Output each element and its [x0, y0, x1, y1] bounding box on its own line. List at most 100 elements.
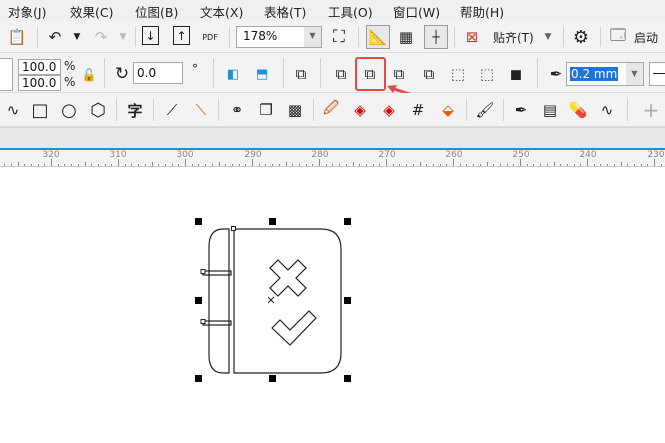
menu-bitmaps[interactable]: 位图(B) [135, 2, 178, 21]
drop-shadow-icon[interactable]: ❐ [255, 99, 277, 121]
canvas[interactable] [0, 168, 665, 443]
mesh-fill-icon[interactable]: # [407, 99, 429, 121]
scale-height-input[interactable]: 100.0 [18, 75, 61, 91]
chevron-down-icon[interactable]: ▼ [304, 27, 321, 47]
ruler-tick [654, 159, 655, 166]
polygon-icon[interactable]: ⬡ [87, 99, 109, 121]
connector-icon[interactable]: ⟍ [190, 99, 212, 121]
ellipse-icon[interactable]: ○ [58, 99, 80, 121]
undo-icon[interactable]: ↶ [44, 26, 66, 48]
separator [358, 27, 359, 47]
ruler-tick [10, 164, 12, 166]
freehand-icon[interactable]: ∿ [2, 99, 24, 121]
ruler-tick [399, 164, 401, 166]
node-handle[interactable] [231, 226, 236, 231]
toolbox: ∿ □ ○ ⬡ 字 ⟋ ⟍ ⚭ ❐ ▩ 🖉 ◈ ◈ # ⬙ 🖌 ✒ ▤ 💊 ∿ … [0, 93, 665, 127]
transparency-icon[interactable]: ▩ [284, 99, 306, 121]
menu-object[interactable]: 对象(J) [8, 2, 46, 21]
launch-button[interactable]: 启动 [634, 29, 658, 46]
separator [218, 99, 219, 121]
redo-icon[interactable]: ↷ [90, 26, 112, 48]
horizontal-ruler[interactable]: 320 310 300 290 280 270 260 250 240 230 [0, 148, 665, 167]
lock-ratio-icon[interactable]: 🔓 [78, 64, 100, 86]
front-minus-back-icon[interactable]: ⬚ [447, 63, 469, 85]
node-handle[interactable] [200, 269, 206, 274]
selection-handles[interactable] [195, 218, 351, 382]
launcher-icon[interactable]: 🗔 [607, 26, 629, 48]
export-icon[interactable]: ↑ [173, 26, 190, 45]
node-handle[interactable] [200, 319, 206, 324]
table-tool-icon[interactable]: ▤ [539, 99, 561, 121]
artistic-media-icon[interactable]: 🖌 [474, 99, 496, 121]
redo-dropdown-icon[interactable]: ▼ [112, 26, 134, 48]
blend-icon[interactable]: ⚭ [226, 99, 248, 121]
undo-dropdown-icon[interactable]: ▼ [66, 26, 88, 48]
chevron-down-icon[interactable]: ▼ [626, 63, 643, 85]
snap-off-icon[interactable]: ⊠ [461, 26, 483, 48]
mirror-vertical-icon[interactable]: ⬒ [251, 63, 273, 85]
create-boundary-icon[interactable]: ◼ [505, 63, 527, 85]
interactive-fill-icon[interactable]: ⬙ [437, 99, 459, 121]
ruler-tick [319, 159, 320, 166]
weld-icon[interactable]: ⧉ [330, 63, 352, 85]
menu-text[interactable]: 文本(X) [200, 2, 243, 21]
standard-toolbar: 📋 ↶ ▼ ↷ ▼ ↓ ↑ PDF 178% ▼ ⛶ 📐 ▦ ┼ ⊠ 贴齐(T) … [0, 21, 665, 53]
ruler-tick [245, 164, 247, 166]
ruler-tick [392, 164, 394, 166]
menu-effects[interactable]: 效果(C) [70, 2, 113, 21]
percent-label: % [64, 59, 76, 73]
menu-window[interactable]: 窗口(W) [393, 2, 440, 21]
ruler-tick [412, 164, 414, 166]
bezier-icon[interactable]: ∿ [596, 99, 618, 121]
separator [213, 58, 214, 88]
separator [537, 58, 538, 88]
combine-icon[interactable]: ⧉ [290, 63, 312, 85]
menu-tools[interactable]: 工具(O) [328, 2, 373, 21]
back-minus-front-icon[interactable]: ⬚ [476, 63, 498, 85]
ruler-tick [24, 164, 26, 166]
smart-fill-icon[interactable]: ◈ [378, 99, 400, 121]
ruler-tick [97, 164, 99, 166]
menu-table[interactable]: 表格(T) [264, 2, 306, 21]
ruler-tick [30, 164, 32, 166]
ruler-tick [640, 164, 642, 166]
ruler-tick [613, 164, 615, 166]
eyedropper-icon[interactable]: 🖉 [320, 99, 342, 121]
rectangle-icon[interactable]: □ [29, 99, 51, 121]
text-tool-icon[interactable]: 字 [124, 99, 146, 121]
outline-width-combo[interactable]: 0.2 mm ▼ [566, 62, 644, 86]
menu-help[interactable]: 帮助(H) [460, 2, 504, 21]
mirror-horizontal-icon[interactable]: ◧ [222, 63, 244, 85]
gear-icon[interactable]: ⚙ [570, 26, 592, 48]
separator [503, 99, 504, 121]
smear-icon[interactable]: 💊 [567, 99, 589, 121]
size-field[interactable] [0, 58, 13, 91]
snap-to-button[interactable]: 贴齐(T) [493, 29, 534, 46]
ruler-tick [499, 164, 501, 166]
ruler-tick [44, 164, 46, 166]
ruler-tick [252, 159, 253, 166]
ruler-tick [265, 164, 267, 166]
full-screen-icon[interactable]: ⛶ [328, 26, 350, 48]
scale-width-input[interactable]: 100.0 [18, 59, 61, 75]
show-rulers-icon[interactable]: 📐 [366, 25, 390, 49]
line-style-combo[interactable] [649, 62, 665, 86]
show-guidelines-icon[interactable]: ┼ [424, 25, 448, 49]
ruler-tick [580, 164, 582, 166]
ruler-tick [84, 162, 86, 166]
paste-icon[interactable]: 📋 [6, 26, 28, 48]
add-tool-button[interactable]: + [640, 98, 662, 122]
import-icon[interactable]: ↓ [142, 26, 159, 45]
zoom-level-combo[interactable]: 178% ▼ [236, 26, 322, 48]
dimension-icon[interactable]: ⟋ [161, 99, 183, 121]
pen-icon[interactable]: ✒ [510, 99, 532, 121]
publish-pdf-icon[interactable]: PDF [199, 26, 221, 48]
fill-icon[interactable]: ◈ [349, 99, 371, 121]
outline-width-value: 0.2 mm [570, 67, 619, 81]
ruler-tick [17, 162, 19, 166]
show-grid-icon[interactable]: ▦ [395, 26, 417, 48]
rotation-angle-input[interactable]: 0.0 [133, 62, 183, 84]
ruler-tick [272, 164, 274, 166]
ruler-tick [352, 162, 354, 166]
chevron-down-icon[interactable]: ▼ [537, 26, 559, 48]
